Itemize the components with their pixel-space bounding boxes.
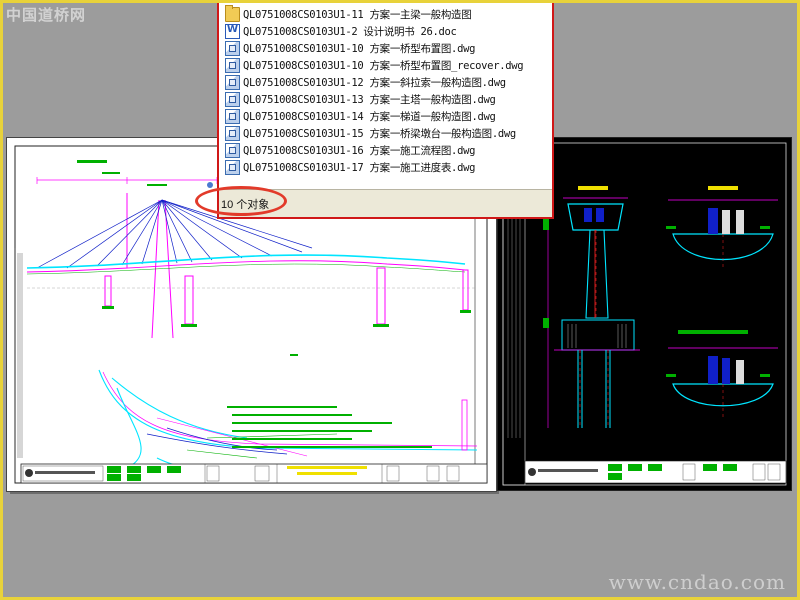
dwg-file-icon bbox=[225, 126, 240, 141]
folder-icon bbox=[225, 5, 240, 22]
tower-section bbox=[543, 186, 640, 428]
dwg-file-icon bbox=[225, 109, 240, 124]
piers bbox=[104, 267, 469, 325]
file-name: QL0751008CS0103U1-10 方案一桥型布置图.dwg bbox=[243, 43, 476, 55]
plan-pier bbox=[461, 399, 468, 451]
highlight-ellipse bbox=[195, 186, 287, 216]
title-block bbox=[524, 460, 787, 484]
file-name: QL0751008CS0103U1-10 方案一桥型布置图_recover.dw… bbox=[243, 60, 524, 72]
dwg-file-icon bbox=[225, 143, 240, 158]
elevation-label-mark bbox=[290, 354, 298, 356]
plan-notes bbox=[227, 406, 432, 448]
file-name: QL0751008CS0103U1-17 方案一施工进度表.dwg bbox=[243, 162, 476, 174]
file-item[interactable]: QL0751008CS0103U1-17 方案一施工进度表.dwg bbox=[225, 159, 548, 176]
file-item[interactable]: QL0751008CS0103U1-16 方案一施工流程图.dwg bbox=[225, 142, 548, 159]
file-name: QL0751008CS0103U1-11 方案一主梁一般构造图 bbox=[243, 9, 472, 21]
title-block bbox=[20, 463, 488, 484]
dwg-file-icon bbox=[225, 92, 240, 107]
file-item[interactable]: QL0751008CS0103U1-11 方案一主梁一般构造图 bbox=[225, 5, 548, 23]
file-list-window: QL0751008CS0103U1-11 方案一主梁一般构造图 QL075100… bbox=[207, 0, 554, 219]
file-item[interactable]: QL0751008CS0103U1-12 方案一斜拉索一般构造图.dwg bbox=[225, 74, 548, 91]
left-strip-lines bbox=[507, 218, 521, 438]
deck-section-lower bbox=[666, 330, 778, 418]
file-item[interactable]: QL0751008CS0103U1-10 方案一桥型布置图.dwg bbox=[225, 40, 548, 57]
top-green-marks bbox=[77, 160, 167, 186]
file-name: QL0751008CS0103U1-12 方案一斜拉索一般构造图.dwg bbox=[243, 77, 506, 89]
bridge-deck bbox=[26, 254, 466, 275]
dwg-file-icon bbox=[225, 41, 240, 56]
watermark-top: 中国道桥网 bbox=[6, 6, 87, 24]
word-document-icon bbox=[225, 24, 240, 39]
file-name: QL0751008CS0103U1-14 方案一梯道一般构造图.dwg bbox=[243, 111, 496, 123]
dwg-file-icon bbox=[225, 58, 240, 73]
status-grip-icon bbox=[207, 182, 213, 188]
dwg-file-icon bbox=[225, 160, 240, 175]
file-name: QL0751008CS0103U1-16 方案一施工流程图.dwg bbox=[243, 145, 476, 157]
file-list: QL0751008CS0103U1-11 方案一主梁一般构造图 QL075100… bbox=[225, 5, 548, 176]
file-item[interactable]: QL0751008CS0103U1-13 方案一主塔一般构造图.dwg bbox=[225, 91, 548, 108]
watermark-bottom: www.cndao.com bbox=[608, 570, 786, 594]
file-item[interactable]: QL0751008CS0103U1-14 方案一梯道一般构造图.dwg bbox=[225, 108, 548, 125]
file-name: QL0751008CS0103U1-13 方案一主塔一般构造图.dwg bbox=[243, 94, 496, 106]
left-notes-strip bbox=[14, 248, 23, 483]
file-item[interactable]: QL0751008CS0103U1-2 设计说明书 26.doc bbox=[225, 23, 548, 40]
pier-bases bbox=[102, 306, 471, 327]
file-item[interactable]: QL0751008CS0103U1-10 方案一桥型布置图_recover.dw… bbox=[225, 57, 548, 74]
file-item[interactable]: QL0751008CS0103U1-15 方案一桥梁墩台一般构造图.dwg bbox=[225, 125, 548, 142]
dwg-file-icon bbox=[225, 75, 240, 90]
deck-section-upper bbox=[666, 186, 778, 268]
file-name: QL0751008CS0103U1-2 设计说明书 26.doc bbox=[243, 26, 457, 38]
file-name: QL0751008CS0103U1-15 方案一桥梁墩台一般构造图.dwg bbox=[243, 128, 516, 140]
